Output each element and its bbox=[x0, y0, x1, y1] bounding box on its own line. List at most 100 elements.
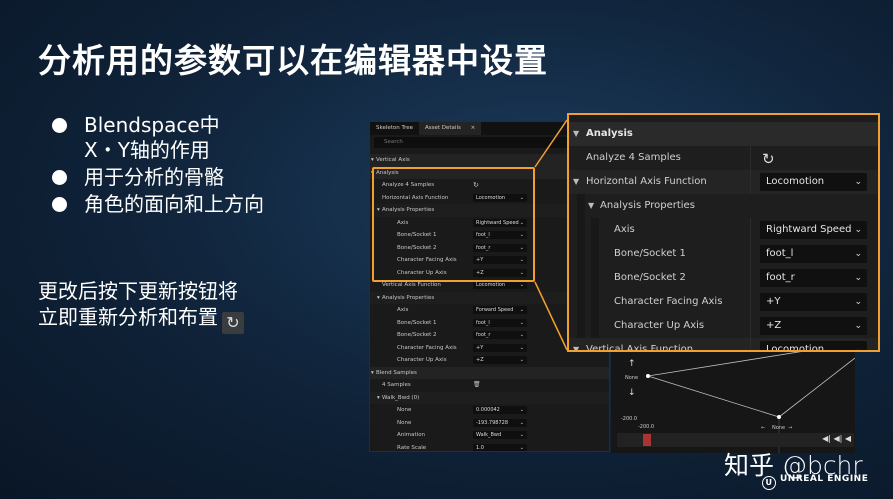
zoom-row-label: Character Facing Axis bbox=[614, 296, 723, 307]
zoom-value-text: Locomotion bbox=[766, 344, 825, 352]
row-value-field[interactable]: foot_r ⌄ bbox=[473, 331, 527, 339]
details-row[interactable]: None -193.798728 ⌄ bbox=[370, 417, 609, 430]
tab-asset-details[interactable]: Asset Details × bbox=[419, 122, 482, 135]
zoom-value-text: +Y bbox=[766, 296, 781, 307]
details-row[interactable]: Rate Scale 1.0 ⌄ bbox=[370, 442, 609, 451]
zoom-value-dropdown[interactable]: +Z ⌄ bbox=[760, 317, 867, 335]
row-value-text: Forward Speed bbox=[476, 307, 514, 313]
playback-buttons[interactable]: ◀| ◀| ◀ bbox=[822, 434, 851, 443]
indent-guide bbox=[591, 314, 599, 338]
chevron-down-icon[interactable]: ▾ bbox=[371, 367, 374, 380]
details-row[interactable]: None 0.000042 ⌄ bbox=[370, 404, 609, 417]
zoom-row[interactable]: Bone/Socket 2 foot_r ⌄ bbox=[569, 266, 878, 290]
row-value-field[interactable]: Locomotion ⌄ bbox=[473, 281, 527, 289]
logo-text: UNREAL ENGINE bbox=[780, 474, 869, 484]
sample-point[interactable] bbox=[646, 374, 650, 378]
indent-guide bbox=[591, 242, 599, 266]
details-row[interactable]: Character Up Axis +Z ⌄ bbox=[370, 354, 609, 367]
unreal-engine-logo: U UNREAL ENGINE bbox=[762, 474, 868, 490]
note-line-2: 立即重新分析和布置 ↻ bbox=[38, 304, 244, 334]
bullet-dot bbox=[52, 118, 67, 133]
zoom-row-label: Bone/Socket 1 bbox=[614, 248, 686, 259]
indent-guide bbox=[577, 218, 585, 242]
zoom-row[interactable]: Axis Rightward Speed ⌄ bbox=[569, 218, 878, 242]
details-row: ▾ Walk_Bwd (0) bbox=[370, 391, 609, 405]
chevron-down-icon[interactable]: ▾ bbox=[377, 292, 380, 305]
row-value-field[interactable]: Forward Speed ⌄ bbox=[473, 306, 527, 314]
zoom-value-dropdown[interactable]: +Y ⌄ bbox=[760, 293, 867, 311]
sample-point[interactable] bbox=[777, 415, 781, 419]
graph-edge bbox=[647, 375, 780, 418]
chevron-down-icon[interactable]: ▾ bbox=[371, 154, 374, 167]
indent-guide bbox=[577, 314, 585, 338]
row-value-field[interactable]: +Y ⌄ bbox=[473, 343, 527, 352]
row-value-field[interactable]: 1.0 ⌄ bbox=[473, 443, 527, 451]
row-label: Blend Samples bbox=[376, 369, 417, 376]
zoom-row[interactable]: Character Facing Axis +Y ⌄ bbox=[569, 290, 878, 314]
zoom-value-dropdown[interactable]: Rightward Speed ⌄ bbox=[760, 221, 867, 239]
tab-skeleton-tree[interactable]: Skeleton Tree bbox=[370, 122, 419, 135]
zoom-row[interactable]: Character Up Axis +Z ⌄ bbox=[569, 314, 878, 338]
indent-guide bbox=[577, 194, 585, 218]
row-value-field[interactable]: foot_l ⌄ bbox=[473, 318, 527, 327]
note-line-2-text: 立即重新分析和布置 bbox=[38, 305, 218, 329]
details-row: ▾ Blend Samples bbox=[370, 366, 609, 380]
row-label: Animation bbox=[397, 432, 426, 438]
zoom-row[interactable]: Analyze 4 Samples ↻ bbox=[569, 146, 878, 171]
chevron-down-icon[interactable]: ▾ bbox=[377, 392, 380, 405]
column-divider bbox=[750, 314, 751, 338]
chevron-down-icon: ⌄ bbox=[519, 357, 524, 363]
refresh-note: 更改后按下更新按钮将 立即重新分析和布置 ↻ bbox=[38, 278, 244, 334]
row-label: 4 Samples bbox=[382, 382, 411, 388]
zoom-value-dropdown[interactable]: Locomotion ⌄ bbox=[760, 341, 867, 352]
row-value-field[interactable]: +Z ⌄ bbox=[473, 356, 527, 364]
column-divider bbox=[750, 170, 751, 194]
zoom-row[interactable]: ▼ Horizontal Axis Function Locomotion ⌄ bbox=[569, 170, 878, 194]
row-value-field[interactable]: -193.798728 ⌄ bbox=[473, 418, 527, 427]
bullet-item: 角色的面向和上方向 bbox=[52, 192, 352, 217]
bullet-text: 用于分析的骨骼 bbox=[84, 165, 224, 189]
timeline-bar[interactable]: ◀| ◀| ◀ bbox=[617, 433, 854, 447]
zoom-row-label: Vertical Axis Function bbox=[586, 344, 694, 352]
unreal-logo-icon: U bbox=[762, 476, 776, 490]
highlight-box-small bbox=[372, 167, 535, 282]
trash-icon[interactable]: 🗑 bbox=[473, 379, 481, 392]
column-divider bbox=[750, 266, 751, 290]
details-row[interactable]: Animation Walk_Bwd ⌄ bbox=[370, 429, 609, 442]
chevron-down-icon[interactable]: ▼ bbox=[588, 194, 594, 218]
chevron-down-icon[interactable]: ▼ bbox=[573, 122, 579, 146]
chevron-down-icon: ⌄ bbox=[519, 432, 524, 438]
zoom-row: ▼ Analysis Properties bbox=[569, 194, 878, 218]
zoom-row-label: Analysis bbox=[586, 128, 633, 139]
close-icon[interactable]: × bbox=[471, 125, 476, 131]
chevron-down-icon: ⌄ bbox=[519, 407, 524, 413]
row-label: Bone/Socket 1 bbox=[397, 319, 437, 326]
column-divider bbox=[750, 146, 751, 170]
chevron-down-icon[interactable]: ▼ bbox=[573, 338, 579, 350]
zoom-value-dropdown[interactable]: foot_r ⌄ bbox=[760, 269, 867, 287]
chevron-down-icon[interactable]: ▼ bbox=[573, 170, 579, 194]
refresh-icon[interactable]: ↻ bbox=[762, 147, 775, 171]
chevron-down-icon: ⌄ bbox=[854, 249, 862, 259]
indent-guide bbox=[591, 218, 599, 242]
row-value-field[interactable]: Walk_Bwd ⌄ bbox=[473, 431, 527, 439]
row-value-field[interactable]: 0.000042 ⌄ bbox=[473, 406, 527, 414]
zoom-row-label: Analyze 4 Samples bbox=[586, 152, 681, 163]
playhead[interactable] bbox=[643, 434, 651, 446]
zoom-value-dropdown[interactable]: foot_l ⌄ bbox=[760, 245, 867, 263]
chevron-down-icon: ⌄ bbox=[519, 319, 524, 326]
zoom-row[interactable]: ▼ Vertical Axis Function Locomotion ⌄ bbox=[569, 338, 878, 352]
zoom-value-text: +Z bbox=[766, 320, 782, 331]
chevron-down-icon: ⌄ bbox=[519, 282, 524, 288]
chevron-down-icon: ⌄ bbox=[854, 273, 862, 283]
zoom-row: ▼ Analysis bbox=[569, 122, 878, 146]
arrow-down-icon: ↓ bbox=[628, 388, 636, 398]
row-value-text: +Z bbox=[476, 357, 484, 363]
zoom-value-dropdown[interactable]: Locomotion ⌄ bbox=[760, 173, 867, 191]
tab-label: Skeleton Tree bbox=[376, 125, 413, 131]
bullet-dot bbox=[52, 197, 67, 212]
zoom-row[interactable]: Bone/Socket 1 foot_l ⌄ bbox=[569, 242, 878, 266]
row-label: None bbox=[397, 419, 412, 426]
row-label: Analysis Properties bbox=[382, 294, 435, 301]
row-value-text: 1.0 bbox=[476, 444, 484, 451]
